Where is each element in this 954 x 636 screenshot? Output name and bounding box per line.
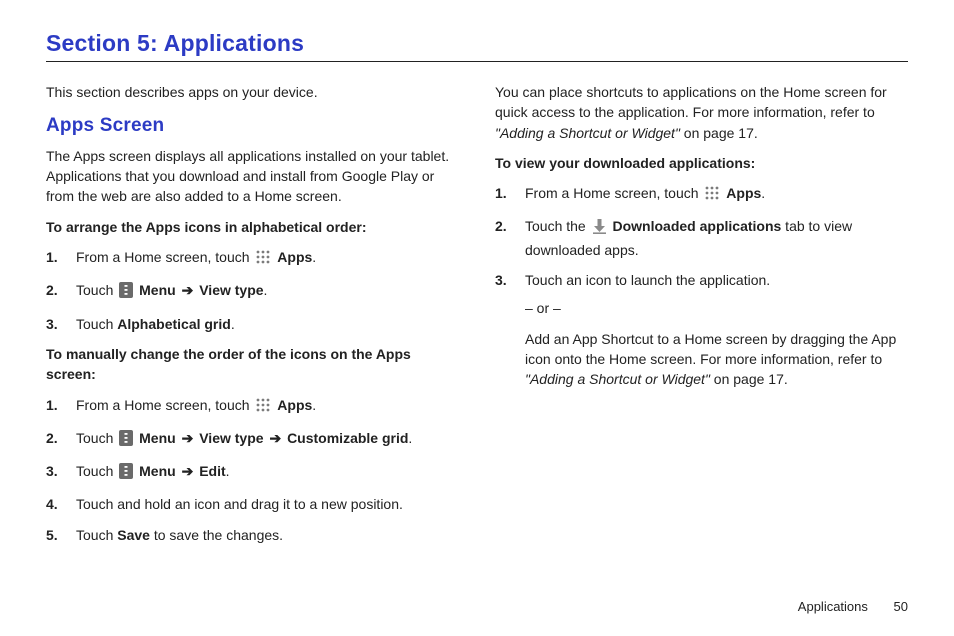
view-type-label: View type xyxy=(199,282,263,298)
alt-text-a: Add an App Shortcut to a Home screen by … xyxy=(525,331,896,367)
step-number: 2. xyxy=(495,216,507,236)
menu-label: Menu xyxy=(139,463,176,479)
step-text: Touch the xyxy=(525,218,590,234)
step-number: 3. xyxy=(46,314,58,334)
step-number: 2. xyxy=(46,280,58,300)
list-item: 2. Touch Menu ➔ View type. xyxy=(70,280,459,303)
view-heading: To view your downloaded applications: xyxy=(495,153,908,173)
alpha-grid-label: Alphabetical grid xyxy=(117,316,231,332)
right-column: You can place shortcuts to applications … xyxy=(495,82,908,555)
section-title: Section 5: Applications xyxy=(46,30,908,62)
step-number: 3. xyxy=(495,270,507,290)
apps-label: Apps xyxy=(277,397,312,413)
arrow-icon: ➔ xyxy=(180,463,196,479)
step-number: 1. xyxy=(495,183,507,203)
list-item: 2. Touch Menu ➔ View type ➔ Customizable… xyxy=(70,428,459,451)
manual-heading: To manually change the order of the icon… xyxy=(46,344,459,385)
step-text: Touch and hold an icon and drag it to a … xyxy=(76,496,403,512)
menu-icon xyxy=(119,282,133,303)
cross-ref: "Adding a Shortcut or Widget" xyxy=(525,371,710,387)
menu-icon xyxy=(119,430,133,451)
apps-screen-heading: Apps Screen xyxy=(46,112,459,140)
step-number: 1. xyxy=(46,395,58,415)
list-item: 3. Touch Alphabetical grid. xyxy=(70,314,459,334)
menu-label: Menu xyxy=(139,282,176,298)
list-item: 4. Touch and hold an icon and drag it to… xyxy=(70,494,459,514)
list-item: 1. From a Home screen, touch Apps. xyxy=(519,183,908,206)
step-text: Touch xyxy=(76,527,117,543)
alt-text-b: on page 17. xyxy=(710,371,788,387)
step-text: From a Home screen, touch xyxy=(76,397,253,413)
list-item: 1. From a Home screen, touch Apps. xyxy=(70,395,459,418)
apps-grid-icon xyxy=(255,249,271,270)
intro-text: This section describes apps on your devi… xyxy=(46,82,459,102)
menu-icon xyxy=(119,463,133,484)
apps-grid-icon xyxy=(704,185,720,206)
apps-grid-icon xyxy=(255,397,271,418)
apps-label: Apps xyxy=(277,249,312,265)
page-footer: Applications 50 xyxy=(798,599,908,614)
step-text: Touch an icon to launch the application. xyxy=(525,272,770,288)
manual-steps: 1. From a Home screen, touch Apps. 2. To… xyxy=(46,395,459,545)
step-number: 2. xyxy=(46,428,58,448)
step-text: to save the changes. xyxy=(150,527,283,543)
apps-screen-desc: The Apps screen displays all application… xyxy=(46,146,459,207)
edit-label: Edit xyxy=(199,463,225,479)
period: . xyxy=(312,249,316,265)
arrange-heading: To arrange the Apps icons in alphabetica… xyxy=(46,217,459,237)
or-separator: – or – xyxy=(525,298,908,318)
footer-section-label: Applications xyxy=(798,599,868,614)
step-text: Touch xyxy=(76,463,117,479)
step-number: 1. xyxy=(46,247,58,267)
step-text: From a Home screen, touch xyxy=(525,185,702,201)
step-number: 5. xyxy=(46,525,58,545)
period: . xyxy=(761,185,765,201)
custom-grid-label: Customizable grid xyxy=(287,430,408,446)
arrow-icon: ➔ xyxy=(267,430,283,446)
step-text: Touch xyxy=(76,430,117,446)
step-text: Touch xyxy=(76,316,117,332)
period: . xyxy=(264,282,268,298)
arrow-icon: ➔ xyxy=(180,282,196,298)
step-number: 3. xyxy=(46,461,58,481)
step-text: Touch xyxy=(76,282,117,298)
step-text: From a Home screen, touch xyxy=(76,249,253,265)
period: . xyxy=(408,430,412,446)
intro-text: You can place shortcuts to applications … xyxy=(495,84,887,120)
list-item: 3. Touch Menu ➔ Edit. xyxy=(70,461,459,484)
left-column: This section describes apps on your devi… xyxy=(46,82,459,555)
list-item: 5. Touch Save to save the changes. xyxy=(70,525,459,545)
alt-text: Add an App Shortcut to a Home screen by … xyxy=(525,329,908,390)
downloaded-label: Downloaded applications xyxy=(613,218,782,234)
menu-label: Menu xyxy=(139,430,176,446)
list-item: 1. From a Home screen, touch Apps. xyxy=(70,247,459,270)
list-item: 3. Touch an icon to launch the applicati… xyxy=(519,270,908,389)
content-columns: This section describes apps on your devi… xyxy=(46,82,908,555)
apps-label: Apps xyxy=(726,185,761,201)
list-item: 2. Touch the Downloaded applications tab… xyxy=(519,216,908,260)
download-arrow-icon xyxy=(592,218,607,239)
period: . xyxy=(312,397,316,413)
period: . xyxy=(226,463,230,479)
save-label: Save xyxy=(117,527,150,543)
cross-ref: "Adding a Shortcut or Widget" xyxy=(495,125,680,141)
arrow-icon: ➔ xyxy=(180,430,196,446)
view-type-label: View type xyxy=(199,430,263,446)
arrange-steps: 1. From a Home screen, touch Apps. 2. To… xyxy=(46,247,459,334)
step-number: 4. xyxy=(46,494,58,514)
right-intro: You can place shortcuts to applications … xyxy=(495,82,908,143)
view-steps: 1. From a Home screen, touch Apps. 2. To… xyxy=(495,183,908,389)
page-number: 50 xyxy=(894,599,908,614)
period: . xyxy=(231,316,235,332)
intro-text: on page 17. xyxy=(680,125,758,141)
